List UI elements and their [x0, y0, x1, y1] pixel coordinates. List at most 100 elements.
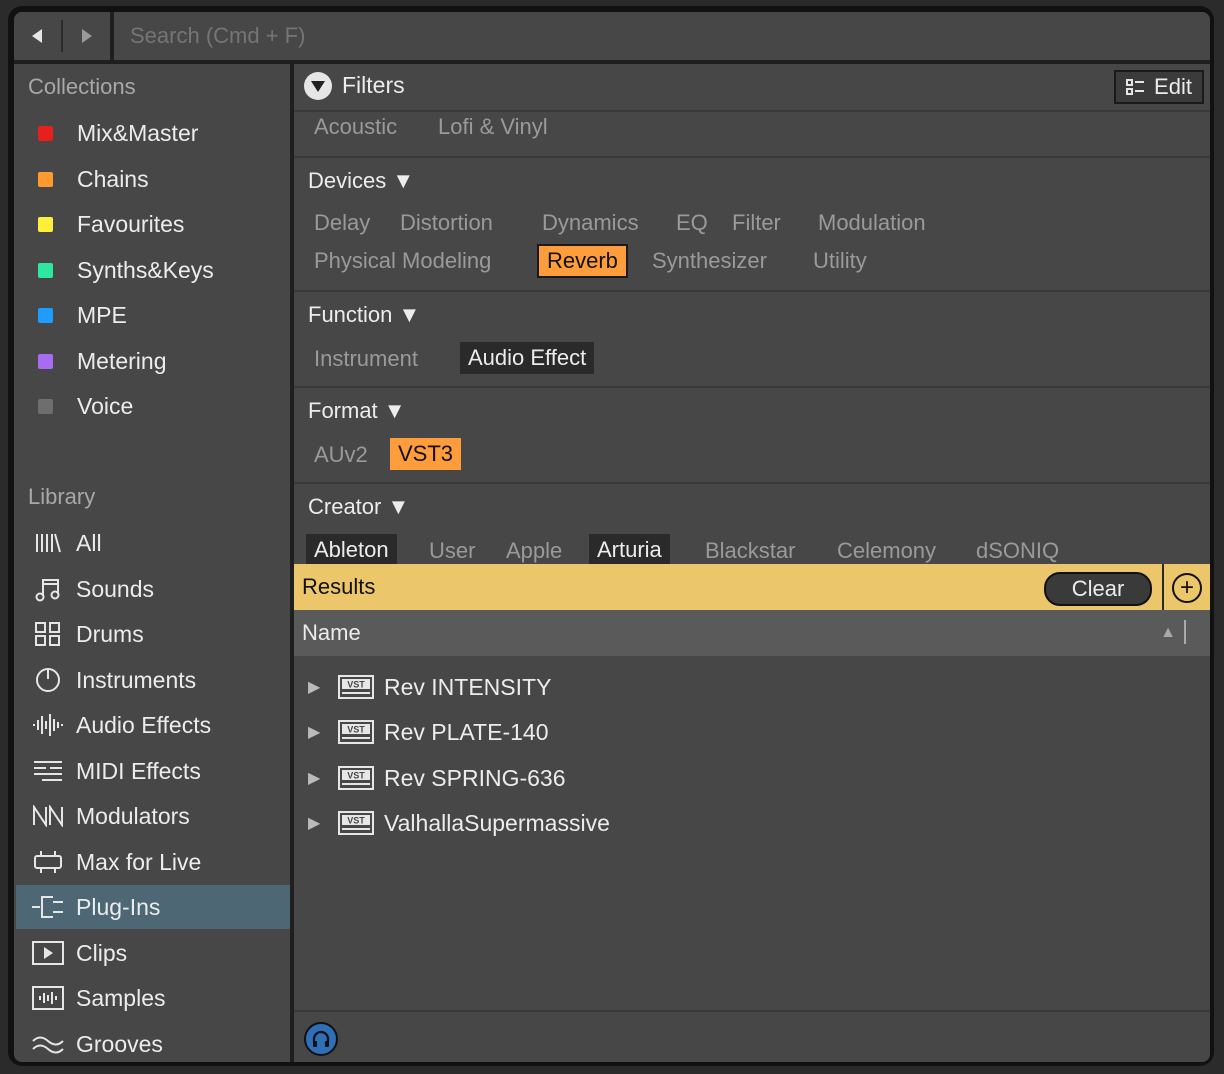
- color-dot: [38, 216, 53, 232]
- main-panel: Filters Edit Acoustic Lofi & Vinyl Devic…: [294, 64, 1210, 1062]
- collection-label: Metering: [77, 347, 167, 374]
- result-row[interactable]: ▶ VST Rev SPRING-636: [294, 756, 1210, 800]
- preview-headphones-icon[interactable]: [304, 1022, 338, 1056]
- sidebar-item-label: All: [76, 529, 102, 556]
- style-tags-section: Acoustic Lofi & Vinyl: [294, 112, 1210, 158]
- function-heading[interactable]: Function ▼: [308, 302, 420, 328]
- max-icon: [30, 849, 66, 875]
- collection-item-chains[interactable]: Chains: [16, 157, 290, 201]
- sidebar-item-modulators[interactable]: Modulators: [16, 794, 290, 838]
- back-button[interactable]: [14, 12, 60, 60]
- collection-item-mix-master[interactable]: Mix&Master: [16, 111, 290, 155]
- sidebar-item-sounds[interactable]: Sounds: [16, 567, 290, 611]
- sidebar-item-max-for-live[interactable]: Max for Live: [16, 840, 290, 884]
- sidebar-item-drums[interactable]: Drums: [16, 612, 290, 656]
- tag-distortion[interactable]: Distortion: [400, 210, 493, 236]
- creator-heading[interactable]: Creator ▼: [308, 494, 409, 520]
- library-heading: Library: [28, 484, 96, 509]
- sidebar-item-all[interactable]: All: [16, 521, 290, 565]
- tag-delay[interactable]: Delay: [314, 210, 370, 236]
- format-heading[interactable]: Format ▼: [308, 398, 406, 424]
- sidebar-item-clips[interactable]: Clips: [16, 931, 290, 975]
- color-dot: [38, 398, 53, 414]
- arrow-left-icon: [32, 29, 42, 43]
- collection-label: Chains: [77, 165, 149, 192]
- tag-instrument[interactable]: Instrument: [314, 346, 418, 372]
- music-note-icon: [30, 576, 66, 602]
- bottom-bar: [294, 1010, 1210, 1062]
- column-header[interactable]: Name ▲: [294, 610, 1210, 656]
- column-resize-handle[interactable]: [1184, 620, 1186, 644]
- collection-item-synths-keys[interactable]: Synths&Keys: [16, 248, 290, 292]
- collection-item-voice[interactable]: Voice: [16, 384, 290, 428]
- devices-heading[interactable]: Devices ▼: [308, 168, 414, 194]
- tag-acoustic[interactable]: Acoustic: [314, 114, 397, 140]
- tag-physical-modeling[interactable]: Physical Modeling: [314, 248, 491, 274]
- sidebar-item-grooves[interactable]: Grooves: [16, 1022, 290, 1062]
- sidebar-item-instruments[interactable]: Instruments: [16, 658, 290, 702]
- tag-lofi-vinyl[interactable]: Lofi & Vinyl: [438, 114, 548, 140]
- sidebar-item-audio-effects[interactable]: Audio Effects: [16, 703, 290, 747]
- sidebar-item-label: MIDI Effects: [76, 757, 201, 784]
- filters-title: Filters: [342, 72, 405, 98]
- tag-celemony[interactable]: Celemony: [837, 538, 936, 564]
- triangle-down-icon: [311, 81, 325, 92]
- clip-icon: [30, 940, 66, 966]
- results-bar: Results Clear +: [294, 564, 1210, 610]
- sidebar-item-label: Modulators: [76, 802, 190, 829]
- tag-utility[interactable]: Utility: [813, 248, 867, 274]
- color-dot: [38, 171, 53, 187]
- expand-triangle-icon[interactable]: ▶: [308, 813, 332, 833]
- tag-blackstar[interactable]: Blackstar: [705, 538, 795, 564]
- sidebar-item-label: Audio Effects: [76, 711, 212, 738]
- tag-user[interactable]: User: [429, 538, 475, 564]
- tag-modulation[interactable]: Modulation: [818, 210, 926, 236]
- sort-ascending-icon[interactable]: ▲: [1160, 624, 1176, 642]
- tag-apple[interactable]: Apple: [506, 538, 562, 564]
- expand-triangle-icon[interactable]: ▶: [308, 722, 332, 742]
- add-filter-button[interactable]: +: [1172, 573, 1202, 603]
- forward-button[interactable]: [64, 12, 110, 60]
- tag-filter[interactable]: Filter: [732, 210, 781, 236]
- clear-button[interactable]: Clear: [1044, 572, 1152, 606]
- midi-icon: [30, 759, 66, 783]
- edit-filters-button[interactable]: Edit: [1114, 70, 1204, 104]
- svg-text:VST: VST: [347, 771, 365, 781]
- tag-vst3[interactable]: VST3: [390, 438, 462, 470]
- column-name-label: Name: [302, 620, 361, 645]
- collection-item-mpe[interactable]: MPE: [16, 293, 290, 337]
- drum-pads-icon: [30, 621, 66, 647]
- collection-item-favourites[interactable]: Favourites: [16, 202, 290, 246]
- expand-triangle-icon[interactable]: ▶: [308, 677, 332, 697]
- sidebar-item-samples[interactable]: Samples: [16, 976, 290, 1020]
- svg-text:VST: VST: [347, 816, 365, 826]
- tag-ableton[interactable]: Ableton: [306, 534, 397, 564]
- tag-synthesizer[interactable]: Synthesizer: [652, 248, 767, 274]
- tag-arturia[interactable]: Arturia: [589, 534, 670, 564]
- color-dot: [38, 125, 53, 141]
- result-name: Rev SPRING-636: [384, 764, 566, 791]
- devices-section: Devices ▼ Delay Distortion Dynamics EQ F…: [294, 158, 1210, 292]
- tag-auv2[interactable]: AUv2: [314, 442, 368, 468]
- collapse-filters-toggle[interactable]: [304, 72, 332, 100]
- tag-dynamics[interactable]: Dynamics: [542, 210, 639, 236]
- plus-icon: +: [1179, 574, 1194, 601]
- result-row[interactable]: ▶ VST Rev INTENSITY: [294, 665, 1210, 709]
- result-row[interactable]: ▶ VST ValhallaSupermassive: [294, 801, 1210, 845]
- all-icon: [30, 532, 66, 554]
- collection-item-metering[interactable]: Metering: [16, 339, 290, 383]
- sidebar-item-midi-effects[interactable]: MIDI Effects: [16, 749, 290, 793]
- sidebar-item-plug-ins[interactable]: Plug-Ins: [16, 885, 290, 929]
- tag-reverb[interactable]: Reverb: [537, 244, 628, 278]
- sidebar-item-label: Instruments: [76, 666, 197, 693]
- collection-label: Synths&Keys: [77, 256, 214, 283]
- search-input[interactable]: [130, 12, 730, 60]
- arrow-right-icon: [82, 29, 92, 43]
- expand-triangle-icon[interactable]: ▶: [308, 768, 332, 788]
- tag-dsoniq[interactable]: dSONIQ: [976, 538, 1059, 564]
- tag-eq[interactable]: EQ: [676, 210, 708, 236]
- nav-separator: [61, 20, 63, 52]
- tag-audio-effect[interactable]: Audio Effect: [460, 342, 595, 374]
- result-row[interactable]: ▶ VST Rev PLATE-140: [294, 710, 1210, 754]
- result-name: Rev PLATE-140: [384, 718, 549, 745]
